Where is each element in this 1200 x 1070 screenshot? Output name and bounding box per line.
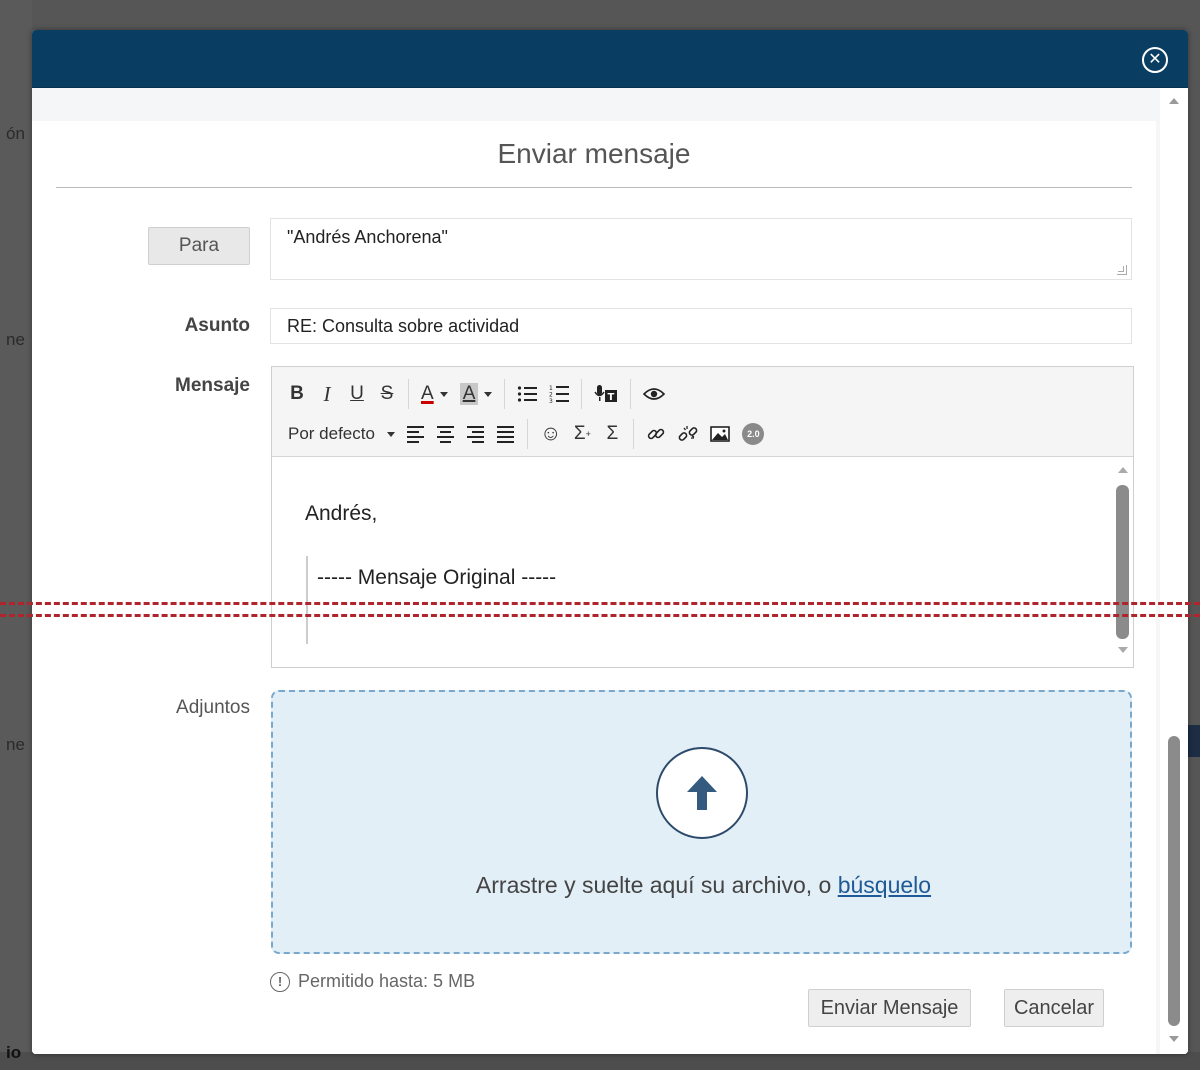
dialog-header: ✕ <box>32 30 1188 88</box>
align-center-icon[interactable] <box>431 419 461 449</box>
background-text-fragment: io <box>6 1043 22 1062</box>
badge-icon[interactable]: 2.0 <box>736 419 770 449</box>
chevron-down-icon <box>439 391 448 397</box>
title-divider <box>56 187 1132 188</box>
to-field-value: "Andrés Anchorena" <box>287 227 448 247</box>
font-color-button[interactable]: A <box>415 379 454 409</box>
to-button[interactable]: Para <box>148 227 250 265</box>
emoji-smiley-icon[interactable]: ☺ <box>534 419 567 449</box>
rich-text-editor: B I U S A A 123 T Por defecto ☺ Σ + Σ 2.… <box>271 366 1134 668</box>
dashed-guide-line <box>0 602 1200 605</box>
svg-text:T: T <box>608 392 615 403</box>
toolbar-separator <box>633 419 635 449</box>
subject-label: Asunto <box>184 315 250 336</box>
toolbar-separator <box>581 379 583 409</box>
attachments-label: Adjuntos <box>176 697 250 718</box>
background-left-strip <box>0 0 32 1070</box>
font-color-icon: A <box>421 383 434 404</box>
browse-link[interactable]: búsquelo <box>838 872 931 898</box>
dialog-title: Enviar mensaje <box>497 138 691 169</box>
to-field[interactable]: "Andrés Anchorena" <box>270 218 1132 280</box>
upload-arrow-icon[interactable] <box>656 747 748 839</box>
dropzone-text: Arrastre y suelte aquí su archivo, o bús… <box>273 872 1134 899</box>
badge-label: 2.0 <box>742 423 765 445</box>
background-text-fragment: ne <box>6 735 25 754</box>
background-bottom <box>0 1052 1200 1070</box>
toolbar-row: B I U S A A 123 T <box>282 377 671 411</box>
close-icon[interactable]: ✕ <box>1142 47 1168 73</box>
strikethrough-button[interactable]: S <box>372 379 402 409</box>
background-right-element <box>1188 725 1200 757</box>
dashed-guide-line <box>0 614 1200 617</box>
align-left-icon[interactable] <box>401 419 431 449</box>
align-right-icon[interactable] <box>461 419 491 449</box>
send-message-button[interactable]: Enviar Mensaje <box>808 989 971 1027</box>
chevron-down-icon <box>484 391 493 397</box>
scrollbar-thumb[interactable] <box>1168 736 1180 1026</box>
font-select-value: Por defecto <box>288 424 375 443</box>
image-icon[interactable] <box>704 419 736 449</box>
preview-eye-icon[interactable] <box>637 379 671 409</box>
dropzone-instructions: Arrastre y suelte aquí su archivo, o <box>475 872 832 898</box>
size-limit-text: Permitido hasta: 5 MB <box>298 971 476 991</box>
unlink-icon[interactable] <box>672 419 704 449</box>
toolbar-separator <box>526 419 528 449</box>
speech-to-text-icon[interactable]: T <box>588 379 624 409</box>
quote-bar <box>306 556 308 644</box>
original-message-header: ----- Mensaje Original ----- <box>317 566 557 589</box>
editor-greeting: Andrés, <box>305 502 378 525</box>
font-select[interactable]: Por defecto <box>282 419 401 449</box>
svg-text:3: 3 <box>549 398 553 404</box>
chevron-down-icon <box>386 431 395 437</box>
cancel-button[interactable]: Cancelar <box>1004 989 1104 1027</box>
file-dropzone[interactable]: Arrastre y suelte aquí su archivo, o bús… <box>271 690 1132 954</box>
subject-input[interactable]: RE: Consulta sobre actividad <box>270 308 1132 344</box>
resize-grip-icon[interactable] <box>1117 265 1127 275</box>
scroll-up-arrow-icon[interactable] <box>1169 98 1179 104</box>
background-color-icon: A <box>459 383 479 405</box>
dialog-scrollbar[interactable] <box>1160 88 1188 1054</box>
superscript-button[interactable]: Σ + <box>567 419 597 449</box>
background-text-fragment: ón <box>6 124 25 143</box>
link-icon[interactable] <box>640 419 672 449</box>
editor-toolbar: B I U S A A 123 T Por defecto ☺ Σ + Σ 2.… <box>272 367 1133 457</box>
superscript-icon: Σ <box>573 423 586 444</box>
editor-scrollbar[interactable] <box>1112 458 1133 667</box>
align-justify-icon[interactable] <box>491 419 521 449</box>
toolbar-row: Por defecto ☺ Σ + Σ 2.0 <box>282 417 770 451</box>
scroll-down-arrow-icon[interactable] <box>1118 647 1128 653</box>
bold-button[interactable]: B <box>282 379 312 409</box>
background-text-fragment: ne <box>6 330 25 349</box>
bulleted-list-icon[interactable] <box>511 379 543 409</box>
size-limit-note: ! Permitido hasta: 5 MB <box>270 971 475 992</box>
scroll-up-arrow-icon[interactable] <box>1118 467 1128 473</box>
toolbar-separator <box>408 379 409 409</box>
toolbar-separator <box>504 379 506 409</box>
subscript-button[interactable]: Σ <box>597 419 627 449</box>
info-icon: ! <box>270 971 290 992</box>
numbered-list-icon[interactable]: 123 <box>543 379 575 409</box>
editor-content[interactable]: Andrés, ----- Mensaje Original ----- <box>272 458 1133 667</box>
background-color-button[interactable]: A <box>454 379 499 409</box>
italic-button[interactable]: I <box>312 379 342 409</box>
underline-button[interactable]: U <box>342 379 372 409</box>
send-message-dialog: ✕ Enviar mensaje Para "Andrés Anchorena"… <box>32 30 1188 1054</box>
message-label: Mensaje <box>175 375 250 396</box>
scroll-down-arrow-icon[interactable] <box>1169 1036 1179 1042</box>
subscript-icon: Σ <box>606 423 619 444</box>
toolbar-separator <box>630 379 632 409</box>
